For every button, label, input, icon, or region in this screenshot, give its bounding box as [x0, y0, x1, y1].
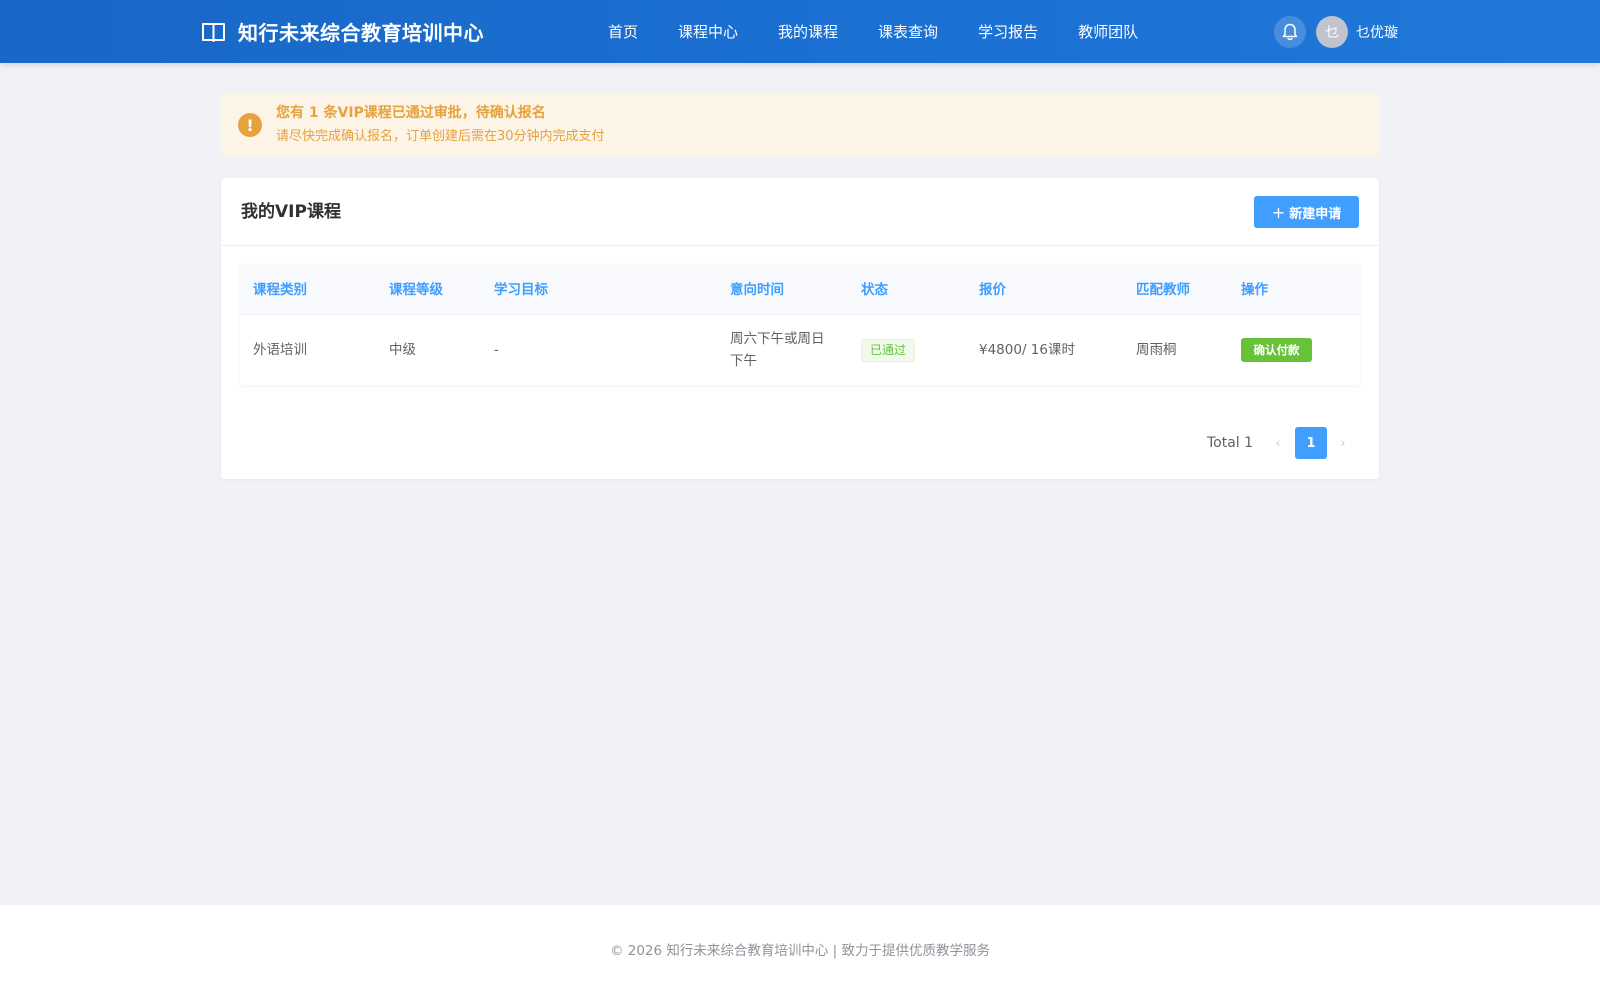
table-header: 课程类别 课程等级 学习目标 意向时间 状态 报价 匹配教师 操作: [240, 265, 1360, 315]
cell-time: 周六下午或周日下午: [730, 331, 825, 369]
brand[interactable]: 知行未来综合教育培训中心: [201, 0, 484, 63]
avatar[interactable]: 乜: [1316, 15, 1348, 48]
table-row: 外语培训 中级 - 周六下午或周日下午 已通过 ¥4800/ 16课时 周雨桐 …: [240, 315, 1360, 385]
column-header-price[interactable]: 报价: [979, 265, 1006, 315]
cell-price: ¥4800/ 16课时: [979, 342, 1075, 358]
page-number[interactable]: 1: [1295, 427, 1327, 459]
nav-item-teachers[interactable]: 教师团队: [1078, 21, 1138, 42]
cell-goal: -: [494, 342, 499, 358]
main-nav: 首页 课程中心 我的课程 课表查询 学习报告 教师团队: [608, 0, 1138, 63]
card-title: 我的VIP课程: [241, 202, 341, 222]
confirm-payment-button[interactable]: 确认付款: [1241, 338, 1312, 362]
alert-content: 您有 1 条VIP课程已通过审批，待确认报名 请尽快完成确认报名，订单创建后需在…: [276, 103, 605, 147]
footer-text: © 2026 知行未来综合教育培训中心 | 致力于提供优质教学服务: [609, 943, 991, 959]
column-header-action[interactable]: 操作: [1241, 265, 1268, 315]
chevron-right-icon[interactable]: ›: [1335, 427, 1351, 459]
column-header-category[interactable]: 课程类别: [253, 265, 307, 315]
brand-title: 知行未来综合教育培训中心: [238, 21, 484, 45]
alert-description: 请尽快完成确认报名，订单创建后需在30分钟内完成支付: [276, 129, 605, 144]
column-header-teacher[interactable]: 匹配教师: [1136, 265, 1190, 315]
bell-icon[interactable]: [1274, 15, 1306, 48]
cell-category: 外语培训: [253, 342, 307, 358]
username[interactable]: 乜优璇: [1356, 22, 1398, 42]
chevron-left-icon[interactable]: ‹: [1270, 427, 1286, 459]
status-badge: 已通过: [861, 339, 916, 362]
column-header-goal[interactable]: 学习目标: [494, 265, 548, 315]
nav-item-course-center[interactable]: 课程中心: [678, 21, 738, 42]
card-header: 我的VIP课程 + 新建申请: [221, 178, 1379, 246]
nav-item-schedule[interactable]: 课表查询: [878, 21, 938, 42]
warning-icon: !: [238, 113, 262, 137]
user-area: 乜 乜优璇: [1274, 0, 1398, 63]
nav-item-my-courses[interactable]: 我的课程: [778, 21, 838, 42]
plus-icon: +: [1271, 202, 1286, 222]
new-application-button[interactable]: + 新建申请: [1254, 196, 1359, 228]
pagination-total: Total 1: [1207, 435, 1254, 451]
alert-title: 您有 1 条VIP课程已通过审批，待确认报名: [276, 105, 546, 121]
cell-teacher: 周雨桐: [1136, 342, 1177, 358]
vip-courses-card: 我的VIP课程 + 新建申请 课程类别 课程等级 学习目标 意向时间 状态 报价…: [221, 178, 1379, 479]
approval-alert: ! 您有 1 条VIP课程已通过审批，待确认报名 请尽快完成确认报名，订单创建后…: [221, 94, 1379, 156]
column-header-level[interactable]: 课程等级: [389, 265, 443, 315]
new-application-label: 新建申请: [1289, 206, 1342, 222]
footer: © 2026 知行未来综合教育培训中心 | 致力于提供优质教学服务: [0, 905, 1600, 985]
cell-level: 中级: [389, 342, 416, 358]
column-header-time[interactable]: 意向时间: [730, 265, 784, 315]
column-header-status[interactable]: 状态: [861, 265, 888, 315]
nav-item-study-report[interactable]: 学习报告: [978, 21, 1038, 42]
nav-item-home[interactable]: 首页: [608, 21, 638, 42]
book-open-icon: [201, 21, 226, 43]
vip-courses-table: 课程类别 课程等级 学习目标 意向时间 状态 报价 匹配教师 操作 外语培训 中…: [240, 265, 1360, 385]
top-header: 知行未来综合教育培训中心 首页 课程中心 我的课程 课表查询 学习报告 教师团队…: [0, 0, 1600, 63]
